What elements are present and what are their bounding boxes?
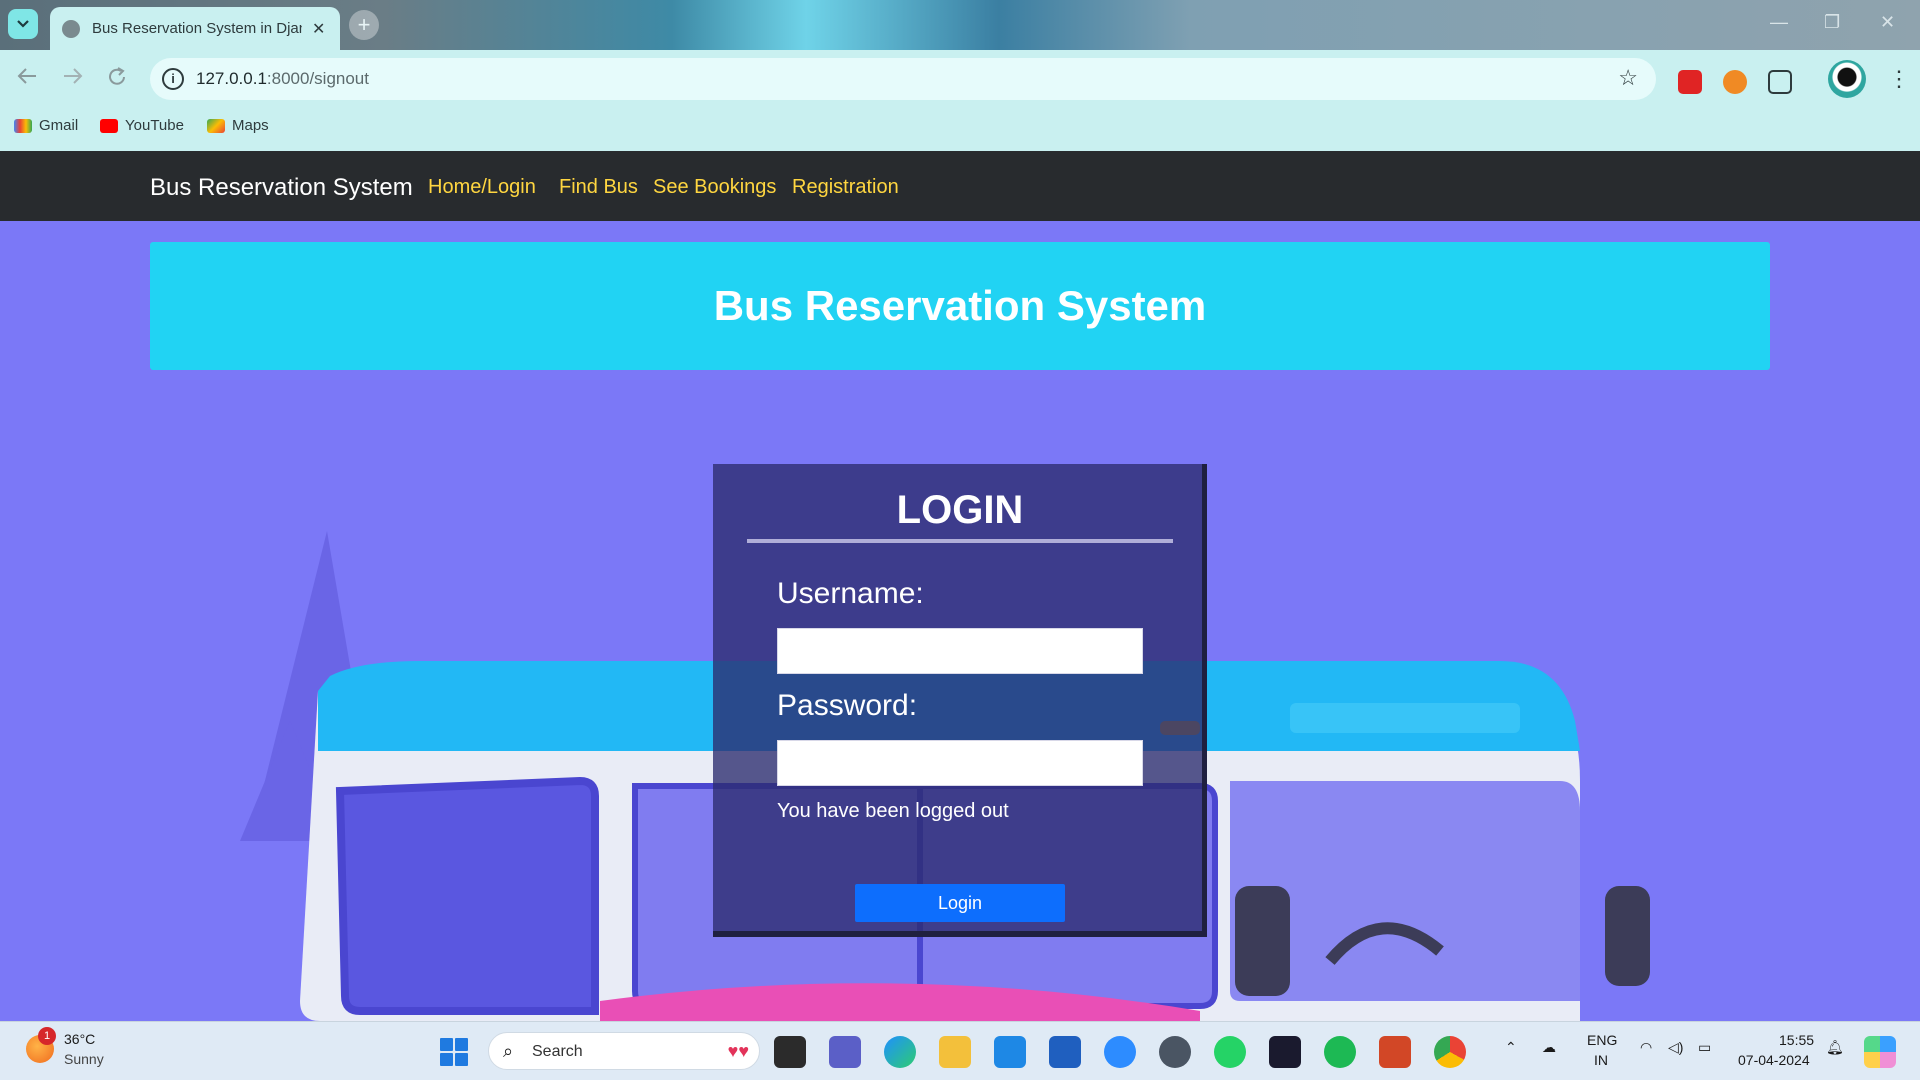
logout-message: You have been logged out: [777, 800, 1009, 822]
start-button[interactable]: [440, 1038, 468, 1066]
arrow-right-icon: [64, 68, 83, 84]
volume-icon[interactable]: ◁): [1668, 1039, 1683, 1056]
page-content: Bus Reservation System LOGIN Username: P…: [0, 221, 1920, 1021]
file-explorer-icon[interactable]: [939, 1036, 971, 1068]
metamask-extension-icon[interactable]: [1723, 70, 1747, 94]
globe-icon: [62, 19, 80, 38]
banner-title: Bus Reservation System: [713, 282, 1207, 329]
search-icon: ⌕: [503, 1041, 514, 1061]
gmail-icon: [14, 118, 32, 133]
copilot-icon[interactable]: [1864, 1036, 1896, 1068]
teams-icon[interactable]: [829, 1036, 861, 1068]
restore-button[interactable]: ❐: [1824, 12, 1840, 33]
nav-link-find-bus[interactable]: Find Bus: [559, 176, 638, 199]
tab-close-icon[interactable]: ✕: [312, 19, 325, 39]
clock-date[interactable]: 07-04-2024: [1738, 1052, 1810, 1068]
password-input[interactable]: [777, 740, 1143, 786]
youtube-extension-icon[interactable]: [1678, 70, 1702, 94]
minimize-button[interactable]: —: [1770, 12, 1788, 33]
taskbar: 1 36°C Sunny ⌕ Search ♥♥ ⌃ ☁ ENG IN ◠ ◁)…: [0, 1021, 1920, 1080]
weather-temperature[interactable]: 36°C: [64, 1031, 95, 1047]
reload-button[interactable]: [106, 66, 128, 94]
page-banner: Bus Reservation System: [150, 242, 1770, 370]
new-tab-button[interactable]: +: [349, 10, 379, 40]
zoom-icon[interactable]: [1104, 1036, 1136, 1068]
weather-condition[interactable]: Sunny: [64, 1051, 104, 1067]
language-region[interactable]: IN: [1594, 1052, 1608, 1068]
spotify-icon[interactable]: [1324, 1036, 1356, 1068]
forward-button[interactable]: [62, 66, 84, 92]
nav-link-see-bookings[interactable]: See Bookings: [653, 176, 776, 199]
windows-logo-tile: [440, 1053, 453, 1066]
nav-link-registration[interactable]: Registration: [792, 176, 899, 199]
username-input[interactable]: [777, 628, 1143, 674]
username-label: Username:: [777, 577, 924, 610]
battery-icon[interactable]: ▭: [1698, 1039, 1711, 1056]
browser-menu-icon[interactable]: ⋮: [1888, 66, 1910, 92]
weather-badge: 1: [38, 1027, 56, 1045]
language-eng[interactable]: ENG: [1587, 1032, 1617, 1048]
chevron-down-icon: [17, 20, 29, 28]
task-view-icon[interactable]: [774, 1036, 806, 1068]
close-window-button[interactable]: ✕: [1880, 12, 1895, 33]
wifi-icon[interactable]: ◠: [1640, 1039, 1652, 1056]
profile-avatar[interactable]: [1828, 60, 1866, 98]
login-button[interactable]: Login: [855, 884, 1065, 922]
site-navbar: Bus Reservation System Home/Login Find B…: [0, 151, 1920, 221]
youtube-icon: [100, 118, 118, 133]
taskbar-search-placeholder: Search: [532, 1043, 583, 1060]
taskbar-search[interactable]: ⌕ Search ♥♥: [488, 1032, 760, 1070]
tray-overflow-chevron-icon[interactable]: ⌃: [1505, 1039, 1517, 1056]
windows-logo-tile: [455, 1053, 468, 1066]
tab-title: Bus Reservation System in Djan: [92, 20, 302, 37]
bookmark-label: Gmail: [39, 117, 79, 134]
edge-icon[interactable]: [884, 1036, 916, 1068]
url-text: 127.0.0.1:8000/signout: [196, 69, 369, 88]
password-label: Password:: [777, 689, 918, 722]
whatsapp-icon[interactable]: [1214, 1036, 1246, 1068]
microsoft-store-icon[interactable]: [1049, 1036, 1081, 1068]
clock-time[interactable]: 15:55: [1779, 1032, 1814, 1048]
bookmarks-bar: [0, 108, 1920, 151]
reload-icon: [109, 67, 125, 85]
webex-icon[interactable]: [1269, 1036, 1301, 1068]
search-highlight-icon: ♥♥: [727, 1041, 749, 1061]
back-button[interactable]: [16, 66, 38, 92]
extensions-puzzle-icon[interactable]: [1768, 70, 1792, 94]
arrow-left-icon: [17, 68, 36, 84]
chrome-icon[interactable]: [1434, 1036, 1466, 1068]
bookmark-label: YouTube: [125, 117, 184, 134]
login-title: LOGIN: [747, 488, 1173, 543]
login-form: LOGIN Username: Password: You have been …: [713, 464, 1207, 937]
bookmark-youtube[interactable]: YouTube: [100, 117, 184, 134]
tab-search-button[interactable]: [8, 9, 38, 39]
browser-tab-bar: Bus Reservation System in Djan ✕ + — ❐ ✕: [0, 0, 1920, 50]
windows-logo-tile: [440, 1038, 453, 1051]
onedrive-cloud-icon[interactable]: ☁: [1542, 1039, 1556, 1056]
address-bar[interactable]: i 127.0.0.1:8000/signout ☆: [150, 58, 1656, 100]
browser-tab[interactable]: Bus Reservation System in Djan ✕: [50, 7, 340, 50]
site-brand[interactable]: Bus Reservation System: [150, 174, 413, 202]
bookmark-maps[interactable]: Maps: [207, 117, 269, 134]
site-info-icon[interactable]: i: [162, 68, 184, 90]
powerpoint-icon[interactable]: [1379, 1036, 1411, 1068]
notification-bell-icon[interactable]: 🔔︎: [1826, 1039, 1844, 1056]
bookmark-star-icon[interactable]: ☆: [1618, 65, 1638, 91]
bookmark-gmail[interactable]: Gmail: [14, 117, 78, 134]
maps-icon: [207, 118, 225, 133]
settings-gear-icon[interactable]: [1159, 1036, 1191, 1068]
nav-link-home-login[interactable]: Home/Login: [428, 176, 536, 199]
bookmark-label: Maps: [232, 117, 269, 134]
vscode-icon[interactable]: [994, 1036, 1026, 1068]
windows-logo-tile: [455, 1038, 468, 1051]
browser-toolbar: i 127.0.0.1:8000/signout ☆: [0, 50, 1920, 108]
